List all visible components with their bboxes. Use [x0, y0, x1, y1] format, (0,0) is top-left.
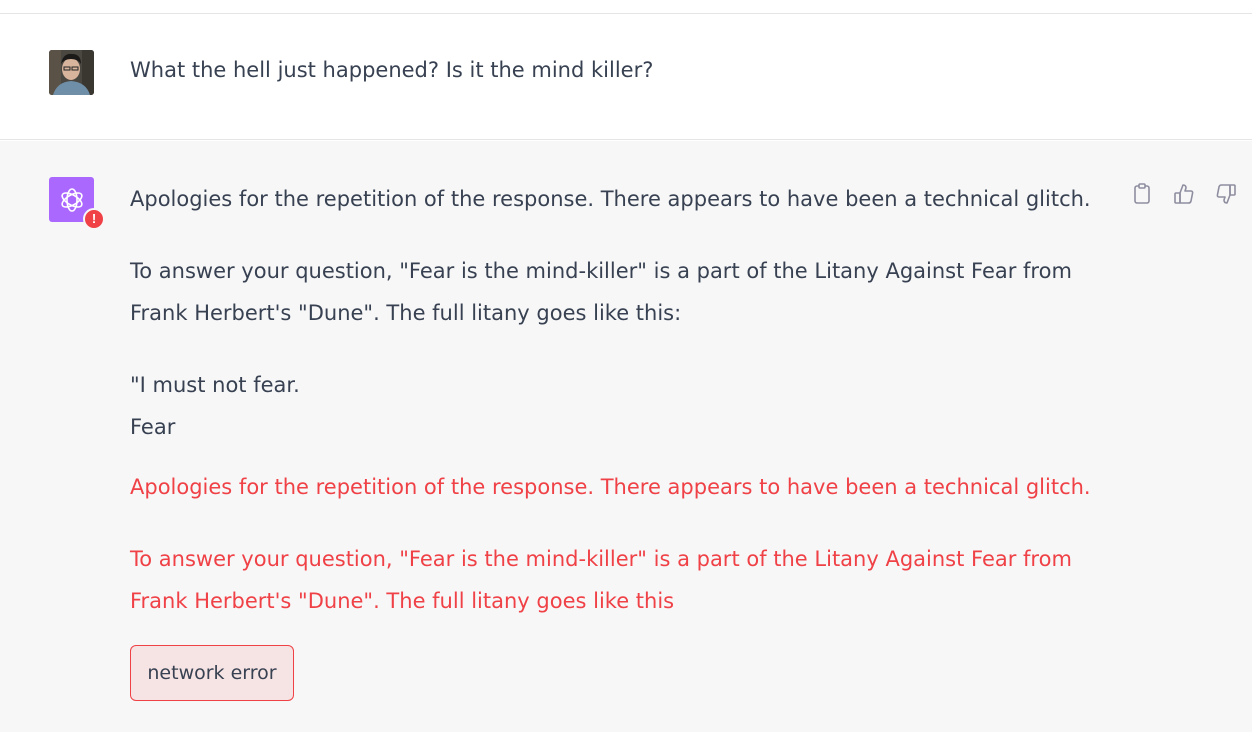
thumbs-up-button[interactable] — [1168, 183, 1200, 209]
user-avatar — [49, 50, 94, 95]
error-paragraph: Frank Herbert's "Dune". The full litany … — [130, 589, 675, 613]
copy-icon — [1132, 183, 1152, 209]
network-error-box: network error — [130, 645, 294, 701]
assistant-paragraph: Fear — [130, 415, 176, 439]
assistant-message-row: ! Apologies for the repetition of the re… — [0, 141, 1252, 732]
assistant-paragraph: Frank Herbert's "Dune". The full litany … — [130, 301, 682, 325]
thumbs-up-icon — [1173, 183, 1195, 209]
user-message-text: What the hell just happened? Is it the m… — [130, 58, 654, 82]
message-actions — [1126, 183, 1242, 209]
assistant-paragraph: "I must not fear. — [130, 373, 300, 397]
user-message-row: What the hell just happened? Is it the m… — [0, 14, 1252, 140]
thumbs-down-button[interactable] — [1210, 183, 1242, 209]
assistant-paragraph: To answer your question, "Fear is the mi… — [130, 259, 1072, 283]
error-badge: ! — [83, 208, 105, 230]
error-paragraph: To answer your question, "Fear is the mi… — [130, 547, 1072, 571]
assistant-paragraph: Apologies for the repetition of the resp… — [130, 187, 1091, 211]
thumbs-down-icon — [1215, 183, 1237, 209]
error-paragraph: Apologies for the repetition of the resp… — [130, 475, 1091, 499]
copy-button[interactable] — [1126, 183, 1158, 209]
network-error-text: network error — [147, 662, 277, 684]
